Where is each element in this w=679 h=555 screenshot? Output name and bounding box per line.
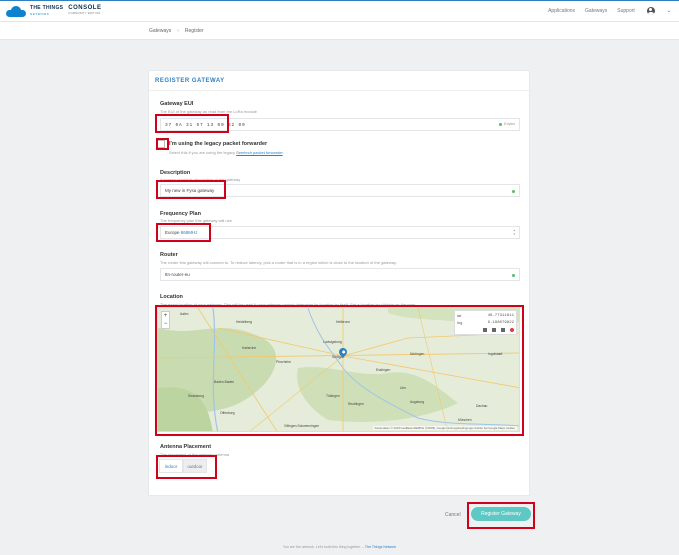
valid-icon [512, 189, 515, 193]
eui-label: Gateway EUI [160, 101, 194, 107]
nav-support[interactable]: Support [617, 8, 635, 14]
breadcrumb-gateways[interactable]: Gateways [149, 28, 171, 34]
brand-line2: NETWORK [30, 12, 50, 16]
nav-applications[interactable]: Applications [548, 8, 575, 14]
legacy-forwarder-help: Select this if you are using the legacy … [169, 150, 284, 155]
nav-gateways[interactable]: Gateways [585, 8, 607, 14]
highlight-legacy-checkbox [156, 138, 169, 150]
valid-icon [512, 273, 515, 277]
router-value: ttn-router-eu [165, 272, 190, 277]
footer: You are the network. Let's build this th… [0, 545, 679, 549]
breadcrumb-bar: Gateways › Register [0, 22, 679, 40]
frequency-plan-select[interactable]: Europe 868MHz ▴ ▾ [160, 226, 520, 239]
semtech-link[interactable]: Semtech packet forwarder [236, 150, 282, 155]
description-label: Description [160, 170, 191, 176]
eui-bytes-text: 8 bytes [503, 122, 515, 126]
top-bar: THE THINGS NETWORK CONSOLE COMMUNITY EDI… [0, 0, 679, 22]
valid-icon [498, 123, 502, 126]
router-label: Router [160, 252, 178, 258]
highlight-antenna [156, 455, 217, 479]
highlight-register [467, 502, 535, 529]
arrow-down-icon: ▾ [513, 231, 515, 236]
legacy-help-suffix: . [282, 150, 284, 155]
user-avatar-icon[interactable] [646, 7, 655, 15]
console-subtitle: COMMUNITY EDITION [68, 12, 101, 15]
cloud-icon [6, 5, 26, 17]
antenna-placement-label: Antenna Placement [160, 444, 212, 450]
legacy-help-text: Select this if you are using the legacy [169, 150, 237, 155]
cancel-button[interactable]: Cancel [445, 512, 461, 518]
select-arrows-icon: ▴ ▾ [513, 228, 515, 236]
page-title: REGISTER GATEWAY [155, 78, 225, 84]
highlight-frequency [156, 223, 211, 242]
breadcrumb-separator: › [177, 28, 179, 34]
eui-byte-counter: 8 bytes [498, 119, 515, 130]
footer-text: You are the network. Let's build this th… [282, 545, 365, 549]
router-input[interactable]: ttn-router-eu [160, 268, 520, 281]
highlight-map [155, 305, 524, 436]
highlight-eui [155, 114, 229, 133]
breadcrumb: Gateways › Register [149, 28, 204, 34]
chevron-down-icon[interactable]: ⌄ [667, 8, 671, 14]
breadcrumb-register: Register [184, 28, 204, 34]
footer-link[interactable]: The Things Network [365, 545, 396, 549]
frequency-plan-label: Frequency Plan [160, 211, 201, 217]
location-label: Location [160, 294, 183, 300]
router-help: The router this gateway will connect to.… [160, 260, 397, 265]
title-divider [149, 90, 529, 91]
ttn-logo[interactable]: THE THINGS NETWORK CONSOLE COMMUNITY EDI… [6, 5, 101, 17]
legacy-forwarder-label: I'm using the legacy packet forwarder [169, 141, 268, 147]
top-nav: Applications Gateways Support ⌄ [538, 7, 671, 15]
highlight-description [156, 180, 226, 199]
